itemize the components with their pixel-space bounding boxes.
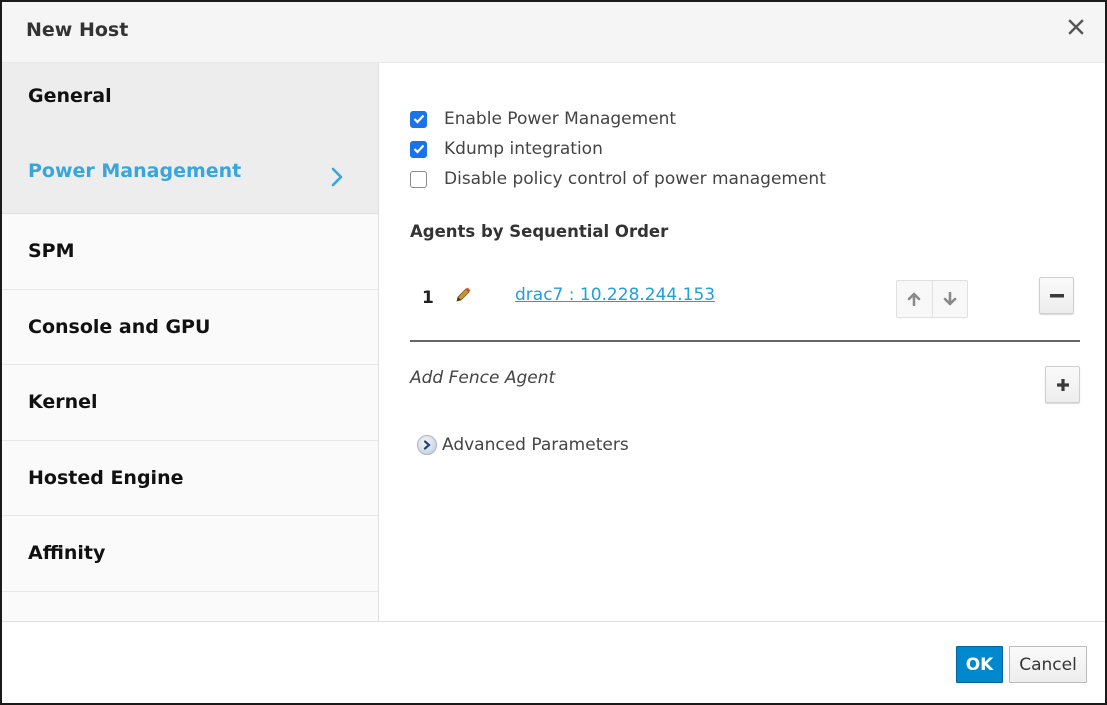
checkbox-label: Kdump integration — [444, 139, 603, 159]
add-fence-agent-button[interactable] — [1045, 366, 1080, 403]
sidebar-item-label: Hosted Engine — [28, 466, 184, 489]
plus-icon — [1056, 378, 1069, 391]
chevron-right-icon — [331, 167, 343, 187]
move-up-button[interactable] — [897, 281, 932, 317]
checkbox-label: Disable policy control of power manageme… — [444, 169, 826, 189]
sidebar-item-label: Power Management — [28, 160, 242, 182]
sidebar-active-group: General Power Management — [2, 63, 378, 214]
arrow-down-icon — [943, 292, 957, 306]
sidebar-item-kernel[interactable]: Kernel — [2, 365, 378, 441]
move-down-button[interactable] — [931, 281, 968, 317]
sidebar-item-hosted-engine[interactable]: Hosted Engine — [2, 441, 378, 516]
sidebar-item-console-and-gpu[interactable]: Console and GPU — [2, 290, 378, 365]
new-host-dialog: New Host General Power Management SPM Co… — [0, 0, 1107, 705]
remove-agent-button[interactable] — [1039, 277, 1074, 314]
agent-order-buttons — [896, 280, 968, 318]
advanced-parameters-toggle[interactable]: Advanced Parameters — [417, 435, 629, 455]
sidebar-item-spm[interactable]: SPM — [2, 214, 378, 290]
power-management-panel: Enable Power Management Kdump integratio… — [380, 63, 1105, 621]
pencil-edit-icon[interactable] — [454, 286, 472, 304]
advanced-parameters-label: Advanced Parameters — [442, 435, 629, 455]
add-fence-agent-label: Add Fence Agent — [410, 368, 556, 388]
checkbox-label: Enable Power Management — [444, 109, 677, 129]
fence-agent-link[interactable]: drac7 : 10.228.244.153 — [515, 285, 715, 305]
sidebar-item-label: Console and GPU — [28, 315, 211, 338]
checkmark-icon — [413, 114, 424, 124]
disable-policy-control-checkbox[interactable] — [410, 170, 427, 188]
sidebar-item-general[interactable]: General — [2, 63, 378, 138]
close-icon — [1068, 19, 1084, 35]
sidebar-item-label: Kernel — [28, 391, 98, 414]
enable-power-management-checkbox-row[interactable]: Enable Power Management — [410, 109, 676, 129]
sidebar-item-label: General — [28, 85, 112, 107]
minus-icon — [1049, 293, 1064, 297]
checkmark-icon — [413, 144, 424, 154]
ok-button[interactable]: OK — [956, 646, 1003, 683]
expand-chevron-icon — [417, 435, 437, 455]
enable-power-management-checkbox[interactable] — [410, 110, 427, 128]
sidebar-item-power-management[interactable]: Power Management — [2, 138, 378, 213]
sidebar-item-affinity[interactable]: Affinity — [2, 516, 378, 592]
sidebar-item-label: SPM — [28, 240, 75, 263]
sidebar-nav: General Power Management SPM Console and… — [2, 63, 379, 621]
agents-divider — [410, 340, 1080, 342]
kdump-integration-checkbox-row[interactable]: Kdump integration — [410, 139, 603, 159]
agents-section-title: Agents by Sequential Order — [410, 222, 669, 241]
cancel-button[interactable]: Cancel — [1009, 646, 1087, 683]
dialog-title: New Host — [26, 19, 129, 41]
dialog-footer: OK Cancel — [2, 621, 1105, 703]
arrow-up-icon — [907, 292, 921, 306]
dialog-header: New Host — [2, 2, 1105, 63]
close-button[interactable] — [1065, 16, 1087, 38]
agent-order-number: 1 — [422, 288, 434, 308]
kdump-integration-checkbox[interactable] — [410, 140, 427, 158]
sidebar-item-label: Affinity — [28, 542, 106, 565]
disable-policy-control-checkbox-row[interactable]: Disable policy control of power manageme… — [410, 169, 826, 189]
